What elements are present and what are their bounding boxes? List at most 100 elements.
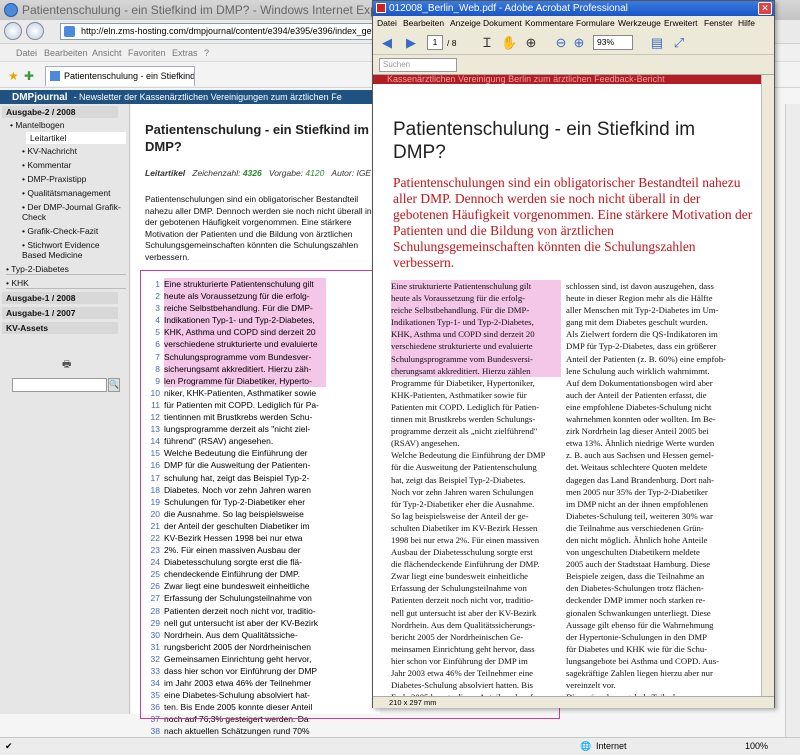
pdf-line: Noch vor zehn Jahren waren Schulungen xyxy=(391,486,534,497)
ac-menu-datei[interactable]: Datei xyxy=(377,16,397,31)
close-icon[interactable]: ✕ xyxy=(758,2,772,15)
sidebar-item-label: Stichwort Evidence Based Medicine xyxy=(22,240,100,260)
pdf-column-2: schlossen sind, ist davon auszugehen, da… xyxy=(566,280,736,696)
menu-bearbeiten[interactable]: Bearbeiten xyxy=(44,48,88,58)
line-number: 38 xyxy=(150,726,160,737)
sidebar-khk[interactable]: • KHK xyxy=(6,278,126,289)
sidebar-issue-1-2007[interactable]: Ausgabe-1 / 2007 xyxy=(2,307,118,319)
meta-type: Leitartikel xyxy=(145,168,186,178)
sidebar-issue-1-2008[interactable]: Ausgabe-1 / 2008 xyxy=(2,292,118,304)
pdf-line: wahrnehmen konnten oder wollten. Im Be- xyxy=(566,414,716,425)
ac-menu-werkzeuge[interactable]: Werkzeuge xyxy=(618,16,661,31)
sidebar-item-leitartikel[interactable]: Leitartikel xyxy=(26,132,126,144)
menu-datei[interactable]: Datei xyxy=(16,48,37,58)
article-title: Patientenschulung - ein Stiefkind im DMP… xyxy=(145,122,369,154)
pdf-column-1: Eine strukturierte Patientenschulung gil… xyxy=(391,280,561,696)
sidebar-nav: Ausgabe-2 / 2008 • Mantelbogen Leitartik… xyxy=(0,104,130,714)
sidebar-item-grafik-check[interactable]: • Der DMP-Journal Grafik-Check xyxy=(22,202,126,222)
acrobat-title: 012008_Berlin_Web.pdf - Adobe Acrobat Pr… xyxy=(389,3,628,14)
sidebar-kv-assets[interactable]: KV-Assets xyxy=(2,322,118,334)
menu-ansicht[interactable]: Ansicht xyxy=(92,48,122,58)
pdf-line: Diabetes-Schulung absolviert hatten. Bis xyxy=(391,680,533,691)
menu-help[interactable]: ? xyxy=(204,48,209,58)
pdf-line: men 2005 nur 35% der Typ-2-Diabetiker xyxy=(566,486,708,497)
pdf-line: DMP für Typ-2-Diabetes, dass ein größere… xyxy=(566,341,717,352)
banner-text: - Newsletter der Kassenärztlichen Verein… xyxy=(73,92,342,102)
ac-menu-formulare[interactable]: Formulare xyxy=(576,16,615,31)
pdf-line: 1998 bei nur etwa 2%. Für einen massiven xyxy=(391,534,540,545)
pdf-line: die flächendeckende Einführung der DMP. xyxy=(391,559,540,570)
pdf-line: Jahr 2003 etwa 46% der Teilnehmer eine xyxy=(391,668,534,678)
pdf-line: Patienten derzeit noch nicht vor, tradit… xyxy=(391,595,534,606)
url-field[interactable]: http://eln.zms-hosting.com/dmpjournal/co… xyxy=(60,23,375,40)
back-arrow-icon[interactable] xyxy=(4,22,22,40)
acrobat-search-input[interactable]: Suchen xyxy=(379,58,457,72)
hand-tool-icon[interactable]: ✋ xyxy=(501,35,517,51)
pdf-line: Welche Bedeutung die Einführung der DMP xyxy=(391,450,546,461)
pdf-line: der Hypertonie-Schulungen in den DMP xyxy=(566,631,707,642)
pdf-line: vereinzelt vor. xyxy=(566,680,616,691)
zoom-select[interactable]: 93% xyxy=(593,35,633,50)
ac-menu-hilfe[interactable]: Hilfe xyxy=(738,16,755,31)
ie-statusbar: ✔ 🌐 Internet 100% xyxy=(0,737,800,755)
ac-menu-dokument[interactable]: Dokument xyxy=(483,16,522,31)
ac-menu-erweitert[interactable]: Erweitert xyxy=(664,16,698,31)
ac-menu-bearbeiten[interactable]: Bearbeiten xyxy=(403,16,444,31)
menu-favoriten[interactable]: Favoriten xyxy=(128,48,166,58)
pdf-line: Zwar liegt eine bundesweit einheitliche xyxy=(391,571,529,582)
pdf-line: Eine strukturierte Patientenschulung gil… xyxy=(391,280,561,293)
sidebar-issue-current[interactable]: Ausgabe-2 / 2008 xyxy=(2,106,118,118)
page-icon xyxy=(64,26,75,37)
page-size: 210 x 297 mm xyxy=(389,698,437,707)
zoom-in-icon[interactable]: ⊕ xyxy=(571,35,587,51)
pdf-scrollbar[interactable] xyxy=(761,75,774,696)
next-page-icon[interactable]: ▶ xyxy=(403,35,419,51)
pdf-line: von ungeschulten Diabetikern meldete xyxy=(566,547,700,558)
site-search-input[interactable] xyxy=(12,378,107,392)
status-done-icon: ✔ xyxy=(5,741,13,751)
pdf-line: Patienten mit COPD. Lediglich für Patien… xyxy=(391,401,540,412)
sidebar-item-kommentar[interactable]: • Kommentar xyxy=(22,160,71,170)
sidebar-item-praxistipp[interactable]: • DMP-Praxistipp xyxy=(22,174,86,184)
zoom-tool-icon[interactable]: ⊕ xyxy=(523,35,539,51)
ac-menu-anzeige[interactable]: Anzeige xyxy=(450,16,481,31)
pdf-line: für Diabetes und KHK wie für die Schu- xyxy=(566,643,708,654)
sidebar-typ2[interactable]: • Typ-2-Diabetes xyxy=(6,264,126,275)
pdf-line: sagekräftige Zahlen liegen hierzu aber n… xyxy=(566,668,713,678)
pdf-line: für die Ausweitung der Patientenschulung xyxy=(391,462,537,473)
fit-width-icon[interactable]: ⤢ xyxy=(671,35,687,51)
pdf-line: die Teilnahme aus verschiedenen Grün- xyxy=(566,522,704,533)
add-favorite-icon[interactable]: ✚ xyxy=(24,69,34,83)
select-text-icon[interactable]: Ɪ xyxy=(479,35,495,51)
pdf-line: verschiedene strukturierte und evaluiert… xyxy=(391,340,561,353)
zoom-out-icon[interactable]: ⊖ xyxy=(553,35,569,51)
favorites-star-icon[interactable]: ★ xyxy=(8,69,19,83)
pdf-line: Aussage gilt ebenso für die Wahrnehmung xyxy=(566,619,714,630)
pdf-line: z. B. auch aus Sachsen und Hessen gemel- xyxy=(566,450,714,461)
internet-zone-icon: 🌐 xyxy=(580,741,592,751)
banner-brand: DMPjournal xyxy=(12,92,68,103)
search-icon[interactable]: 🔍 xyxy=(108,378,120,392)
sidebar-item-grafik-fazit[interactable]: • Grafik-Check-Fazit xyxy=(22,226,98,236)
print-icon[interactable]: 🖶 xyxy=(62,357,71,374)
sidebar-item-qualitaet[interactable]: • Qualitätsmanagement xyxy=(22,188,111,198)
ac-menu-kommentare[interactable]: Kommentare xyxy=(525,16,574,31)
page-number-field[interactable]: 1 xyxy=(427,35,443,50)
ac-menu-fenster[interactable]: Fenster xyxy=(704,16,733,31)
pdf-line: Nordrhein. Aus dem Qualitätssicherungs- xyxy=(391,619,536,630)
sidebar-item-ebm[interactable]: • Stichwort Evidence Based Medicine xyxy=(22,240,126,260)
pdf-line: auch der Anteil der Patienten erfasst, d… xyxy=(566,389,707,400)
menu-extras[interactable]: Extras xyxy=(172,48,198,58)
forward-arrow-icon[interactable] xyxy=(26,22,44,40)
acrobat-window: 012008_Berlin_Web.pdf - Adobe Acrobat Pr… xyxy=(372,0,775,708)
browser-tab[interactable]: Patientenschulung - ein Stiefkind im DMP… xyxy=(45,66,195,86)
fit-page-icon[interactable]: ▤ xyxy=(649,35,665,51)
sidebar-item-kv-nachricht[interactable]: • KV-Nachricht xyxy=(22,146,77,156)
previous-page-icon[interactable]: ◀ xyxy=(379,35,395,51)
sidebar-mantelbogen[interactable]: • Mantelbogen xyxy=(10,120,65,130)
pdf-line: det. Weitaus schlechtere Quoten meldete xyxy=(566,462,708,473)
pdf-line: KHK-Patienten, Asthmatiker sowie für xyxy=(391,389,527,400)
ie-scrollbar[interactable] xyxy=(785,104,800,737)
zoom-level[interactable]: 100% xyxy=(745,741,768,751)
pdf-lead: Patientenschulungen sind ein obligatoris… xyxy=(393,175,753,270)
